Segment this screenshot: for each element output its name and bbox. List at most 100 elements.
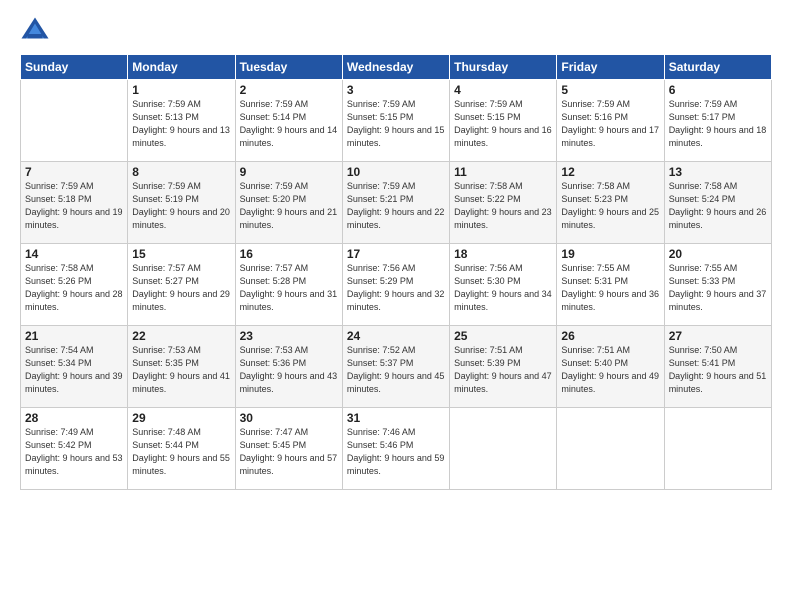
calendar-cell: 29Sunrise: 7:48 AMSunset: 5:44 PMDayligh… (128, 408, 235, 490)
weekday-header-monday: Monday (128, 55, 235, 80)
day-number: 20 (669, 247, 767, 261)
day-info: Sunrise: 7:58 AMSunset: 5:26 PMDaylight:… (25, 262, 123, 314)
day-number: 2 (240, 83, 338, 97)
day-number: 30 (240, 411, 338, 425)
calendar-cell: 9Sunrise: 7:59 AMSunset: 5:20 PMDaylight… (235, 162, 342, 244)
calendar-cell: 7Sunrise: 7:59 AMSunset: 5:18 PMDaylight… (21, 162, 128, 244)
calendar-cell (664, 408, 771, 490)
week-row-4: 21Sunrise: 7:54 AMSunset: 5:34 PMDayligh… (21, 326, 772, 408)
weekday-header-sunday: Sunday (21, 55, 128, 80)
day-number: 9 (240, 165, 338, 179)
day-info: Sunrise: 7:59 AMSunset: 5:14 PMDaylight:… (240, 98, 338, 150)
calendar-cell (450, 408, 557, 490)
calendar-cell: 17Sunrise: 7:56 AMSunset: 5:29 PMDayligh… (342, 244, 449, 326)
day-info: Sunrise: 7:51 AMSunset: 5:40 PMDaylight:… (561, 344, 659, 396)
day-number: 12 (561, 165, 659, 179)
day-info: Sunrise: 7:59 AMSunset: 5:16 PMDaylight:… (561, 98, 659, 150)
day-info: Sunrise: 7:48 AMSunset: 5:44 PMDaylight:… (132, 426, 230, 478)
calendar-cell: 22Sunrise: 7:53 AMSunset: 5:35 PMDayligh… (128, 326, 235, 408)
calendar-cell: 2Sunrise: 7:59 AMSunset: 5:14 PMDaylight… (235, 80, 342, 162)
calendar-cell: 23Sunrise: 7:53 AMSunset: 5:36 PMDayligh… (235, 326, 342, 408)
weekday-header-row: SundayMondayTuesdayWednesdayThursdayFrid… (21, 55, 772, 80)
day-info: Sunrise: 7:59 AMSunset: 5:17 PMDaylight:… (669, 98, 767, 150)
day-info: Sunrise: 7:47 AMSunset: 5:45 PMDaylight:… (240, 426, 338, 478)
calendar-cell: 11Sunrise: 7:58 AMSunset: 5:22 PMDayligh… (450, 162, 557, 244)
day-number: 26 (561, 329, 659, 343)
weekday-header-tuesday: Tuesday (235, 55, 342, 80)
day-info: Sunrise: 7:59 AMSunset: 5:18 PMDaylight:… (25, 180, 123, 232)
day-number: 31 (347, 411, 445, 425)
week-row-5: 28Sunrise: 7:49 AMSunset: 5:42 PMDayligh… (21, 408, 772, 490)
day-info: Sunrise: 7:46 AMSunset: 5:46 PMDaylight:… (347, 426, 445, 478)
calendar-cell: 6Sunrise: 7:59 AMSunset: 5:17 PMDaylight… (664, 80, 771, 162)
calendar-table: SundayMondayTuesdayWednesdayThursdayFrid… (20, 54, 772, 490)
calendar-cell (557, 408, 664, 490)
day-number: 28 (25, 411, 123, 425)
day-info: Sunrise: 7:57 AMSunset: 5:27 PMDaylight:… (132, 262, 230, 314)
day-info: Sunrise: 7:53 AMSunset: 5:35 PMDaylight:… (132, 344, 230, 396)
calendar-cell: 24Sunrise: 7:52 AMSunset: 5:37 PMDayligh… (342, 326, 449, 408)
day-info: Sunrise: 7:59 AMSunset: 5:20 PMDaylight:… (240, 180, 338, 232)
day-number: 15 (132, 247, 230, 261)
day-info: Sunrise: 7:58 AMSunset: 5:22 PMDaylight:… (454, 180, 552, 232)
day-info: Sunrise: 7:49 AMSunset: 5:42 PMDaylight:… (25, 426, 123, 478)
header (20, 16, 772, 46)
logo (20, 16, 54, 46)
calendar-cell: 5Sunrise: 7:59 AMSunset: 5:16 PMDaylight… (557, 80, 664, 162)
day-number: 10 (347, 165, 445, 179)
day-number: 29 (132, 411, 230, 425)
day-number: 7 (25, 165, 123, 179)
calendar-cell: 12Sunrise: 7:58 AMSunset: 5:23 PMDayligh… (557, 162, 664, 244)
weekday-header-friday: Friday (557, 55, 664, 80)
calendar-cell: 15Sunrise: 7:57 AMSunset: 5:27 PMDayligh… (128, 244, 235, 326)
day-number: 25 (454, 329, 552, 343)
day-info: Sunrise: 7:53 AMSunset: 5:36 PMDaylight:… (240, 344, 338, 396)
day-number: 3 (347, 83, 445, 97)
day-info: Sunrise: 7:50 AMSunset: 5:41 PMDaylight:… (669, 344, 767, 396)
day-number: 13 (669, 165, 767, 179)
logo-icon (20, 16, 50, 46)
day-info: Sunrise: 7:59 AMSunset: 5:15 PMDaylight:… (454, 98, 552, 150)
day-number: 24 (347, 329, 445, 343)
day-number: 22 (132, 329, 230, 343)
day-number: 1 (132, 83, 230, 97)
week-row-3: 14Sunrise: 7:58 AMSunset: 5:26 PMDayligh… (21, 244, 772, 326)
calendar-cell: 25Sunrise: 7:51 AMSunset: 5:39 PMDayligh… (450, 326, 557, 408)
calendar-cell: 14Sunrise: 7:58 AMSunset: 5:26 PMDayligh… (21, 244, 128, 326)
calendar-cell: 4Sunrise: 7:59 AMSunset: 5:15 PMDaylight… (450, 80, 557, 162)
day-info: Sunrise: 7:52 AMSunset: 5:37 PMDaylight:… (347, 344, 445, 396)
day-number: 5 (561, 83, 659, 97)
calendar-cell: 20Sunrise: 7:55 AMSunset: 5:33 PMDayligh… (664, 244, 771, 326)
calendar-cell: 10Sunrise: 7:59 AMSunset: 5:21 PMDayligh… (342, 162, 449, 244)
calendar-cell: 26Sunrise: 7:51 AMSunset: 5:40 PMDayligh… (557, 326, 664, 408)
calendar-cell: 31Sunrise: 7:46 AMSunset: 5:46 PMDayligh… (342, 408, 449, 490)
day-number: 23 (240, 329, 338, 343)
day-info: Sunrise: 7:56 AMSunset: 5:30 PMDaylight:… (454, 262, 552, 314)
week-row-1: 1Sunrise: 7:59 AMSunset: 5:13 PMDaylight… (21, 80, 772, 162)
day-info: Sunrise: 7:56 AMSunset: 5:29 PMDaylight:… (347, 262, 445, 314)
day-number: 14 (25, 247, 123, 261)
calendar-cell: 3Sunrise: 7:59 AMSunset: 5:15 PMDaylight… (342, 80, 449, 162)
calendar-cell: 28Sunrise: 7:49 AMSunset: 5:42 PMDayligh… (21, 408, 128, 490)
day-number: 4 (454, 83, 552, 97)
day-number: 27 (669, 329, 767, 343)
calendar-cell: 21Sunrise: 7:54 AMSunset: 5:34 PMDayligh… (21, 326, 128, 408)
day-number: 18 (454, 247, 552, 261)
calendar-cell: 1Sunrise: 7:59 AMSunset: 5:13 PMDaylight… (128, 80, 235, 162)
weekday-header-wednesday: Wednesday (342, 55, 449, 80)
calendar-cell: 8Sunrise: 7:59 AMSunset: 5:19 PMDaylight… (128, 162, 235, 244)
calendar-cell: 30Sunrise: 7:47 AMSunset: 5:45 PMDayligh… (235, 408, 342, 490)
day-info: Sunrise: 7:57 AMSunset: 5:28 PMDaylight:… (240, 262, 338, 314)
day-number: 11 (454, 165, 552, 179)
week-row-2: 7Sunrise: 7:59 AMSunset: 5:18 PMDaylight… (21, 162, 772, 244)
day-info: Sunrise: 7:55 AMSunset: 5:31 PMDaylight:… (561, 262, 659, 314)
day-info: Sunrise: 7:59 AMSunset: 5:13 PMDaylight:… (132, 98, 230, 150)
day-info: Sunrise: 7:58 AMSunset: 5:24 PMDaylight:… (669, 180, 767, 232)
day-number: 16 (240, 247, 338, 261)
day-info: Sunrise: 7:58 AMSunset: 5:23 PMDaylight:… (561, 180, 659, 232)
calendar-cell (21, 80, 128, 162)
weekday-header-thursday: Thursday (450, 55, 557, 80)
day-info: Sunrise: 7:59 AMSunset: 5:15 PMDaylight:… (347, 98, 445, 150)
calendar-cell: 18Sunrise: 7:56 AMSunset: 5:30 PMDayligh… (450, 244, 557, 326)
day-number: 21 (25, 329, 123, 343)
